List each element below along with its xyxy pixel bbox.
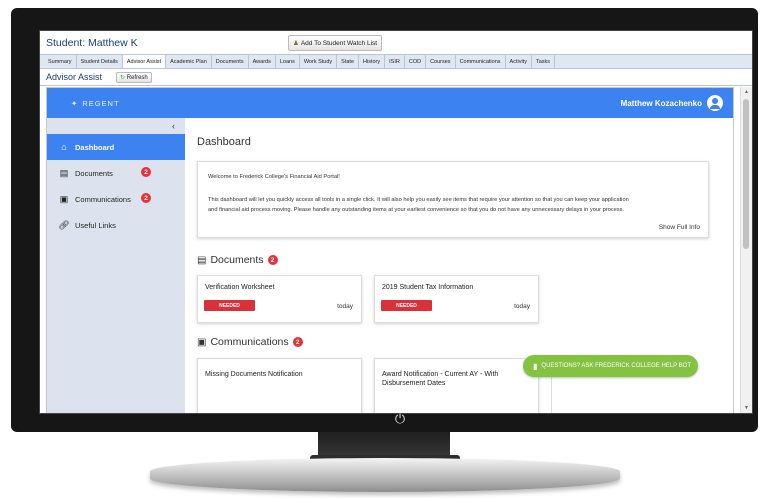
tab-courses[interactable]: Courses	[426, 55, 456, 68]
communication-card-title-line2: Disbursement Dates	[382, 380, 446, 387]
student-header: Student: Matthew K ♟ Add To Student Watc…	[40, 31, 752, 54]
tab-state[interactable]: State	[337, 55, 360, 68]
status-badge: NEEDED	[204, 300, 255, 311]
communications-count-badge: 2	[141, 193, 151, 203]
collapse-sidebar-icon[interactable]: ‹	[172, 121, 175, 131]
tab-isir[interactable]: ISIR	[385, 55, 405, 68]
logo-icon: ✦	[71, 98, 79, 108]
chat-icon: ▮	[533, 361, 538, 371]
message-icon: ▣	[59, 193, 69, 204]
documents-count-badge: 2	[141, 167, 151, 177]
welcome-heading: Welcome to Frederick College's Financial…	[208, 174, 340, 180]
tab-cod[interactable]: COD	[405, 55, 427, 68]
tab-work-study[interactable]: Work Study	[300, 55, 338, 68]
refresh-button[interactable]: ↻ Refresh	[116, 71, 152, 83]
communications-section-badge: 2	[292, 337, 303, 347]
show-full-info-link[interactable]: Show Full Info	[659, 224, 700, 231]
welcome-panel: Welcome to Frederick College's Financial…	[197, 161, 709, 238]
card-date: today	[514, 303, 530, 310]
regent-logo: ✦ REGENT	[71, 98, 120, 108]
page-title: Dashboard	[197, 136, 251, 148]
sidebar-item-documents[interactable]: ▤ Documents 2	[47, 160, 185, 186]
link-icon: 🔗︎	[58, 219, 70, 230]
person-add-icon: ♟	[293, 40, 299, 47]
scroll-down-icon[interactable]: ▼	[744, 405, 749, 411]
sidebar-item-useful-links[interactable]: 🔗︎ Useful Links	[47, 212, 185, 238]
tab-student-details[interactable]: Student Details	[77, 55, 123, 68]
subheader: Advisor Assist ↻ Refresh	[40, 69, 752, 86]
communications-section-title: ▣ Communications 2	[197, 336, 303, 348]
tab-summary[interactable]: Summary	[44, 55, 77, 68]
document-card[interactable]: 2019 Student Tax Information NEEDED toda…	[374, 275, 539, 323]
subheader-title: Advisor Assist	[46, 72, 103, 82]
tab-awards[interactable]: Awards	[249, 55, 276, 68]
sidebar-item-communications[interactable]: ▣ Communications 2	[47, 186, 185, 212]
user-avatar-icon	[707, 95, 723, 111]
tab-bar: Summary Student Details Advisor Assist A…	[40, 54, 752, 69]
student-title: Student: Matthew K	[46, 36, 138, 49]
tab-activity[interactable]: Activity	[506, 55, 532, 68]
status-badge: NEEDED	[381, 300, 432, 311]
documents-icon: ▤	[59, 167, 69, 178]
welcome-text-line: This dashboard will let you quickly acce…	[208, 197, 629, 203]
scroll-up-icon[interactable]: ▲	[744, 89, 749, 95]
tab-communications[interactable]: Communications	[456, 55, 506, 68]
document-card-title: Verification Worksheet	[205, 284, 275, 291]
welcome-text-line: and financial aid process moving. Please…	[208, 207, 625, 213]
help-bot-button[interactable]: ▮ QUESTIONS? ASK FREDERICK COLLEGE HELP …	[523, 355, 698, 377]
document-card-title: 2019 Student Tax Information	[382, 284, 474, 291]
tab-advisor-assist[interactable]: Advisor Assist	[122, 55, 167, 68]
sidebar: ‹ ⌂ Dashboard ▤ Documents 2 ▣ Communicat…	[47, 118, 185, 413]
tab-tasks[interactable]: Tasks	[532, 55, 556, 68]
user-name: Matthew Kozachenko	[620, 98, 702, 108]
communication-card[interactable]: Award Notification - Current AY - With D…	[374, 358, 539, 413]
sidebar-item-dashboard[interactable]: ⌂ Dashboard	[47, 134, 185, 160]
document-card[interactable]: Verification Worksheet NEEDED today	[197, 275, 362, 323]
scrollbar-thumb[interactable]	[743, 99, 749, 249]
tab-academic-plan[interactable]: Academic Plan	[166, 55, 212, 68]
user-menu[interactable]: Matthew Kozachenko	[621, 95, 723, 111]
top-bar: ✦ REGENT Matthew Kozachenko	[47, 88, 733, 118]
message-icon: ▣	[197, 336, 207, 348]
tab-loans[interactable]: Loans	[276, 55, 300, 68]
home-icon: ⌂	[61, 142, 67, 152]
communication-card-title: Missing Documents Notification	[205, 371, 303, 378]
page-scrollbar[interactable]: ▲ ▼	[740, 87, 752, 413]
communication-card-title: Award Notification - Current AY - With	[382, 371, 499, 378]
card-date: today	[337, 303, 353, 310]
tab-history[interactable]: History	[359, 55, 386, 68]
documents-section-title: ▤ Documents 2	[197, 254, 278, 266]
documents-section-badge: 2	[267, 255, 278, 265]
documents-icon: ▤	[197, 254, 207, 266]
power-icon: ⏻	[394, 411, 406, 426]
add-to-watch-list-button[interactable]: ♟ Add To Student Watch List	[288, 35, 383, 51]
sidebar-nav: ⌂ Dashboard ▤ Documents 2 ▣ Communicatio…	[47, 134, 185, 238]
refresh-icon: ↻	[120, 74, 126, 81]
tab-documents[interactable]: Documents	[212, 55, 249, 68]
communication-card[interactable]: Missing Documents Notification	[197, 358, 362, 413]
monitor-stand-base	[150, 458, 620, 492]
